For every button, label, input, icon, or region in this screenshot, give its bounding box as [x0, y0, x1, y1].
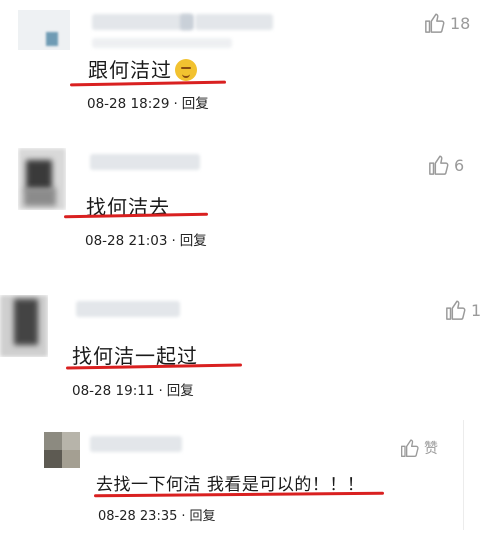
like-button[interactable]: 赞: [400, 438, 438, 458]
nested-reply: 赞 去找一下何洁 我看是可以的！！！ 08-28 23:35 · 回复: [44, 420, 464, 530]
username-blurred-tail: [195, 14, 273, 30]
avatar[interactable]: [0, 295, 48, 357]
comment-2: 6 找何洁去 08-28 21:03 · 回复: [0, 140, 502, 270]
like-button[interactable]: 6: [428, 154, 464, 176]
reply-link[interactable]: 回复: [182, 96, 209, 112]
username-blurred-part: [180, 14, 194, 30]
avatar[interactable]: [18, 148, 66, 210]
like-label: 赞: [424, 441, 438, 457]
avatar[interactable]: [44, 432, 80, 468]
timestamp: 08-28 21:03: [85, 233, 168, 249]
username-blurred[interactable]: [92, 14, 192, 30]
username-blurred[interactable]: [76, 301, 180, 317]
reply-meta: 08-28 23:35 · 回复: [98, 509, 216, 524]
like-button[interactable]: 1: [445, 299, 481, 321]
like-count: 18: [450, 13, 471, 33]
like-count: 1: [471, 300, 482, 320]
thumbs-up-icon: [429, 155, 449, 175]
username-blurred[interactable]: [90, 154, 200, 170]
timestamp: 08-28 19:11: [72, 383, 155, 399]
username-blurred-2: [92, 38, 232, 48]
reply-link[interactable]: 回复: [190, 509, 216, 524]
comment-meta: 08-28 18:29 · 回复: [87, 96, 209, 112]
comment-meta: 08-28 21:03 · 回复: [85, 233, 207, 249]
like-button[interactable]: 18: [424, 12, 470, 34]
thumbs-up-icon: [446, 300, 466, 320]
thumbs-up-icon: [425, 13, 445, 33]
comment-meta: 08-28 19:11 · 回复: [72, 383, 194, 399]
thinking-emoji-icon: [175, 59, 197, 81]
like-count: 6: [454, 155, 465, 175]
reply-link[interactable]: 回复: [180, 233, 207, 249]
comment-3: 1 找何洁一起过 08-28 19:11 · 回复: [0, 285, 502, 410]
timestamp: 08-28 18:29: [87, 96, 170, 112]
reply-link[interactable]: 回复: [167, 383, 194, 399]
timestamp: 08-28 23:35: [98, 509, 178, 524]
thumbs-up-icon: [401, 439, 419, 457]
comment-text: 跟何洁过: [88, 54, 197, 83]
comment-1: 18 跟何洁过 08-28 18:29 · 回复: [0, 0, 502, 125]
avatar[interactable]: [18, 10, 70, 50]
username-blurred[interactable]: [90, 436, 182, 452]
